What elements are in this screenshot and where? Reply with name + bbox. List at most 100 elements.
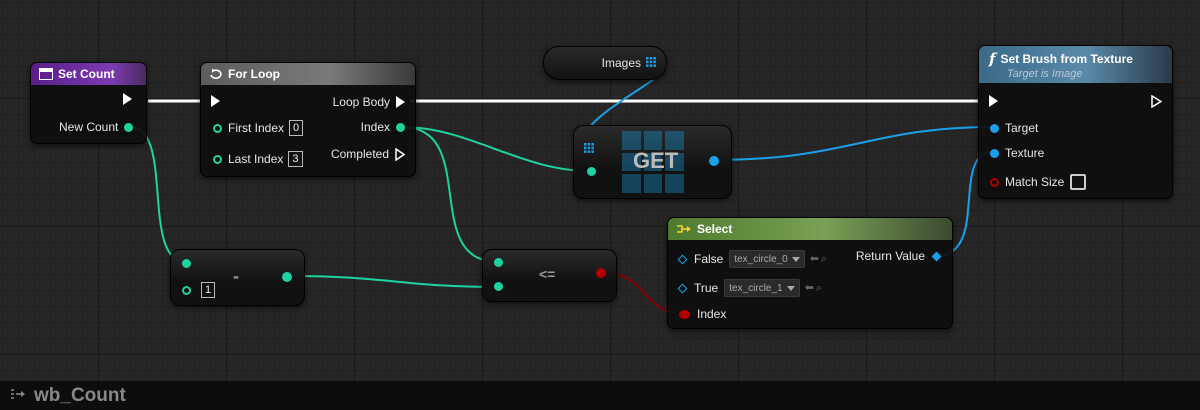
select-icon <box>676 223 692 235</box>
new-count-pin[interactable] <box>124 122 134 132</box>
index-out-pin[interactable] <box>396 122 405 132</box>
set-count-node[interactable]: Set Count New Count <box>30 62 147 144</box>
return-value-pin[interactable] <box>931 251 942 261</box>
variable-set-icon <box>39 68 53 80</box>
new-count-pin-row[interactable]: New Count <box>59 120 134 134</box>
first-index-pin[interactable] <box>213 123 222 133</box>
false-pin[interactable] <box>677 254 688 264</box>
match-size-checkbox[interactable] <box>1070 174 1087 190</box>
last-index-pin-row[interactable]: Last Index 3 <box>213 151 303 167</box>
first-index-label: First Index <box>228 121 285 135</box>
subtract-node[interactable]: - 1 <box>170 249 305 306</box>
exec-arrow-icon <box>989 95 998 107</box>
completed-label: Completed <box>330 147 389 161</box>
wire-index-get <box>401 126 591 172</box>
wire-index-lessequal <box>401 126 499 263</box>
target-pin[interactable] <box>990 123 999 133</box>
array-grid-icon[interactable] <box>646 56 656 70</box>
exec-hollow-arrow-icon <box>1151 95 1162 108</box>
index-pin-row[interactable]: Index <box>361 120 405 134</box>
select-node[interactable]: Select False tex_circle_0 ⬅⌕ Return Valu… <box>667 217 953 329</box>
for-loop-node[interactable]: For Loop Loop Body First Index 0 Index L… <box>200 62 416 177</box>
set-brush-header[interactable]: f Set Brush from Texture Target is Image <box>979 46 1172 83</box>
true-pin[interactable] <box>677 283 688 293</box>
match-size-label: Match Size <box>1005 175 1065 189</box>
select-true-pin-row[interactable]: True tex_circle_1 ⬅⌕ <box>677 279 824 297</box>
less-equal-node[interactable]: <= <box>482 249 617 302</box>
get-index-pin-row[interactable] <box>587 167 596 176</box>
match-size-pin[interactable] <box>990 177 999 187</box>
set-brush-exec-in[interactable] <box>989 95 998 107</box>
use-browse-icons[interactable]: ⬅⌕ <box>810 252 829 266</box>
images-pin-row[interactable]: Images <box>602 56 656 70</box>
exec-arrow-icon <box>123 93 132 105</box>
new-count-label: New Count <box>59 120 119 134</box>
less-equal-b-pin[interactable] <box>494 282 503 291</box>
get-array-pin[interactable] <box>584 143 594 153</box>
for-loop-exec-in[interactable] <box>211 95 220 107</box>
return-value-pin-row[interactable]: Return Value <box>855 249 942 263</box>
chevron-down-icon <box>786 285 795 291</box>
less-equal-out-pin-row[interactable] <box>596 268 606 278</box>
target-label: Target <box>1005 121 1039 135</box>
subtract-b-value[interactable]: 1 <box>201 282 216 298</box>
get-index-pin[interactable] <box>587 167 596 176</box>
target-pin-row[interactable]: Target <box>990 121 1038 135</box>
return-value-label: Return Value <box>855 249 925 263</box>
select-index-pin-row[interactable]: Index <box>679 307 726 321</box>
for-loop-title: For Loop <box>228 67 280 81</box>
subtract-b-pin-row[interactable]: 1 <box>182 282 216 298</box>
loop-body-label: Loop Body <box>332 95 390 109</box>
exec-in-pin[interactable] <box>123 93 132 105</box>
set-brush-exec-out[interactable] <box>1151 95 1162 108</box>
use-browse-icons[interactable]: ⬅⌕ <box>805 281 824 295</box>
exec-arrow-icon <box>211 95 220 107</box>
get-out-pin[interactable] <box>709 156 719 166</box>
select-header[interactable]: Select <box>668 218 952 240</box>
last-index-value[interactable]: 3 <box>288 151 303 167</box>
loop-body-pin-row[interactable]: Loop Body <box>333 95 405 109</box>
get-out-pin-row[interactable] <box>709 156 719 166</box>
false-asset-combo[interactable]: tex_circle_0 <box>729 250 805 268</box>
subtract-out-pin[interactable] <box>282 272 292 282</box>
last-index-label: Last Index <box>228 152 284 166</box>
less-equal-b-pin-row[interactable] <box>494 282 503 291</box>
graph-name: wb_Count <box>34 384 126 406</box>
subtract-b-pin[interactable] <box>182 285 191 295</box>
for-loop-header[interactable]: For Loop <box>201 63 415 85</box>
set-count-title: Set Count <box>58 67 115 81</box>
subtract-title: - <box>233 266 239 286</box>
subtract-a-pin-row[interactable] <box>182 259 191 268</box>
select-title: Select <box>697 222 733 236</box>
match-size-pin-row[interactable]: Match Size <box>990 174 1087 190</box>
last-index-pin[interactable] <box>213 154 222 164</box>
first-index-value[interactable]: 0 <box>289 120 304 136</box>
true-label: True <box>694 281 719 295</box>
less-equal-a-pin-row[interactable] <box>494 258 503 267</box>
less-equal-out-pin[interactable] <box>596 268 606 278</box>
texture-pin-row[interactable]: Texture <box>990 146 1044 160</box>
array-grid-icon <box>584 143 594 153</box>
subtract-a-pin[interactable] <box>182 259 191 268</box>
images-getter-node[interactable]: Images <box>543 46 667 80</box>
get-node[interactable]: GET <box>573 125 732 199</box>
loop-icon <box>209 68 223 80</box>
function-graph-icon <box>10 387 26 405</box>
set-brush-node[interactable]: f Set Brush from Texture Target is Image… <box>978 45 1173 199</box>
completed-pin-row[interactable]: Completed <box>331 147 405 161</box>
true-asset-value: tex_circle_1 <box>729 282 783 294</box>
first-index-pin-row[interactable]: First Index 0 <box>213 120 304 136</box>
subtract-out-pin-row[interactable] <box>282 272 292 282</box>
less-equal-a-pin[interactable] <box>494 258 503 267</box>
texture-pin[interactable] <box>990 148 999 158</box>
true-asset-combo[interactable]: tex_circle_1 <box>724 279 800 297</box>
false-asset-value: tex_circle_0 <box>734 253 788 265</box>
function-icon: f <box>989 49 996 68</box>
select-false-pin-row[interactable]: False tex_circle_0 ⬅⌕ <box>677 250 829 268</box>
texture-label: Texture <box>1005 146 1045 160</box>
set-count-header[interactable]: Set Count <box>31 63 146 85</box>
get-title: GET <box>633 148 679 173</box>
exec-hollow-arrow-icon[interactable] <box>395 147 405 161</box>
exec-arrow-icon[interactable] <box>396 96 405 108</box>
select-index-pin[interactable] <box>679 309 690 319</box>
